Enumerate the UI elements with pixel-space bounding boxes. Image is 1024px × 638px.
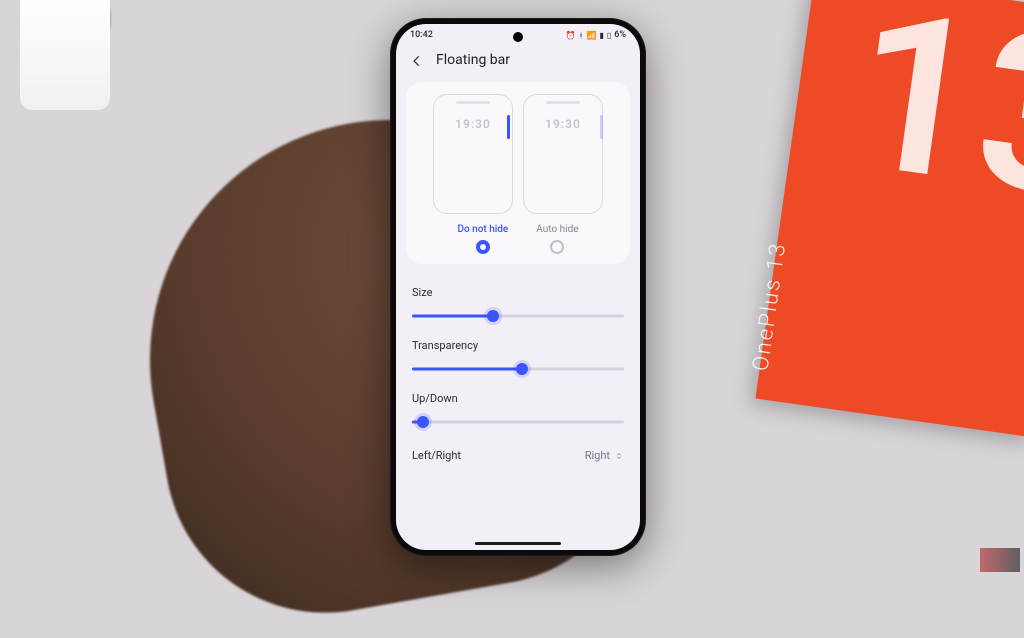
preview-row: 19:30 19:30 (414, 94, 622, 214)
floating-bar-indicator (600, 115, 603, 139)
option-do-not-hide[interactable]: Do not hide (457, 224, 508, 254)
box-brand-text: OnePlus 13 (748, 241, 791, 373)
left-right-value: Right (585, 449, 610, 462)
updown-row: Up/Down (412, 380, 624, 433)
box-number: 13 (836, 0, 1024, 251)
alarm-icon: ⏰ (566, 31, 576, 40)
plant-pot-decor (20, 0, 110, 110)
gesture-home-bar[interactable] (475, 542, 561, 545)
updown-label: Up/Down (412, 392, 624, 405)
wifi-icon: 📶 (586, 31, 596, 40)
chevron-updown-icon (614, 451, 624, 461)
preview-auto-hide[interactable]: 19:30 (523, 94, 603, 214)
status-battery-pct: 6% (614, 30, 626, 40)
hide-mode-card: 19:30 19:30 Do not hide Auto hide (406, 82, 630, 264)
slider-fill (412, 368, 522, 371)
preview-do-not-hide[interactable]: 19:30 (433, 94, 513, 214)
transparency-label: Transparency (412, 339, 624, 352)
bluetooth-icon: ᚼ (579, 31, 584, 40)
status-time: 10:42 (410, 30, 433, 40)
back-arrow-icon[interactable] (410, 53, 424, 67)
signal-icon: ▮ (599, 31, 603, 40)
camera-punch-hole (513, 32, 523, 42)
preview-time: 19:30 (434, 117, 512, 131)
product-box: OnePlus 13 13 (755, 0, 1024, 437)
header: Floating bar (396, 42, 640, 76)
updown-slider[interactable] (412, 415, 624, 429)
hide-mode-options: Do not hide Auto hide (414, 224, 622, 254)
battery-icon: ▯ (607, 31, 611, 40)
slider-thumb[interactable] (487, 310, 499, 322)
size-label: Size (412, 286, 624, 299)
watermark (980, 548, 1020, 572)
option-label: Do not hide (457, 224, 508, 235)
option-auto-hide[interactable]: Auto hide (536, 224, 578, 254)
radio-icon (550, 240, 564, 254)
slider-thumb[interactable] (417, 416, 429, 428)
screen: 10:42 ⏰ ᚼ 📶 ▮ ▯ 6% Floating bar 19:30 (396, 24, 640, 550)
phone-frame: 10:42 ⏰ ᚼ 📶 ▮ ▯ 6% Floating bar 19:30 (390, 18, 646, 556)
slider-track (412, 421, 624, 424)
page-title: Floating bar (436, 52, 510, 68)
left-right-label: Left/Right (412, 449, 461, 462)
transparency-slider[interactable] (412, 362, 624, 376)
slider-thumb[interactable] (516, 363, 528, 375)
sliders-group: Size Transparency Up/Down (412, 274, 624, 468)
transparency-row: Transparency (412, 327, 624, 380)
floating-bar-indicator (507, 115, 510, 139)
slider-fill (412, 315, 493, 318)
size-row: Size (412, 274, 624, 327)
option-label: Auto hide (536, 224, 578, 235)
left-right-value-group: Right (585, 449, 624, 462)
preview-time: 19:30 (524, 117, 602, 131)
left-right-row[interactable]: Left/Right Right (412, 433, 624, 468)
size-slider[interactable] (412, 309, 624, 323)
radio-icon (476, 240, 490, 254)
